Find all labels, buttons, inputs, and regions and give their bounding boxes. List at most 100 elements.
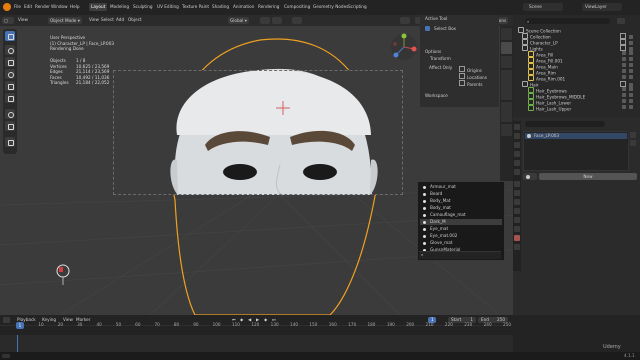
browse-material-button[interactable] xyxy=(523,173,537,180)
tab-shading[interactable]: Shading xyxy=(210,3,231,11)
tab-view[interactable] xyxy=(501,56,512,68)
material-item[interactable]: Beard xyxy=(420,191,502,197)
view-layer-props-icon[interactable] xyxy=(514,151,520,157)
timeline-editor-type-icon[interactable] xyxy=(3,317,10,323)
properties-search-input[interactable] xyxy=(525,121,605,127)
material-search-field[interactable]: ⌕ xyxy=(419,251,501,259)
menu-keying[interactable]: Keying xyxy=(42,317,56,322)
menu-view[interactable]: View xyxy=(63,317,73,322)
output-props-icon[interactable] xyxy=(514,142,520,148)
filter-icon[interactable] xyxy=(617,18,625,24)
menu-select[interactable]: Select xyxy=(101,17,114,22)
options-header[interactable]: Options xyxy=(425,49,441,54)
rotate-tool-icon[interactable] xyxy=(5,69,15,79)
tab-scripting[interactable]: Scripting xyxy=(346,3,369,11)
material-item-selected[interactable]: Dark_M xyxy=(420,219,502,225)
tab-layout[interactable]: Layout xyxy=(89,3,108,11)
physics-props-icon[interactable] xyxy=(514,208,520,214)
material-slot-list[interactable]: Face_LP.003 xyxy=(523,131,629,171)
menu-render[interactable]: Render xyxy=(35,4,50,9)
tab-texture-paint[interactable]: Texture Paint xyxy=(180,3,211,11)
3d-viewport[interactable]: ▢ View Object Mode ▾ View Select Add Obj… xyxy=(0,15,513,315)
tab-re-pose[interactable] xyxy=(501,102,512,122)
tab-item[interactable] xyxy=(501,28,512,40)
workspace-header[interactable]: Workspace xyxy=(425,93,448,98)
material-item[interactable]: Glove_mat xyxy=(420,240,502,246)
mode-selector[interactable]: Object Mode ▾ xyxy=(48,17,82,24)
select-box-tool-icon[interactable] xyxy=(5,31,15,41)
menu-view[interactable]: View xyxy=(89,17,99,22)
outliner-row[interactable]: Hair_Lash_Upper xyxy=(528,105,636,112)
transform-tool-icon[interactable] xyxy=(5,93,15,103)
add-slot-icon[interactable] xyxy=(630,132,636,138)
prev-key-icon[interactable]: ◆ xyxy=(240,317,243,322)
menu-object[interactable]: Object xyxy=(128,17,142,22)
timeline-track-area[interactable] xyxy=(0,335,513,352)
material-slot-row[interactable]: Face_LP.003 xyxy=(525,133,627,139)
tab-tool[interactable] xyxy=(501,42,512,54)
tab-modeling[interactable]: Modeling xyxy=(108,3,131,11)
pivot-icon[interactable] xyxy=(260,17,270,24)
active-tool-header[interactable]: Active Tool xyxy=(425,16,447,21)
data-props-icon[interactable] xyxy=(514,226,520,232)
material-item[interactable]: Armour_mat xyxy=(420,184,502,190)
editor-type-button[interactable]: ▢ xyxy=(2,17,14,24)
zoom-icon[interactable] xyxy=(407,65,415,73)
modifier-props-icon[interactable] xyxy=(514,190,520,196)
tool-props-icon[interactable] xyxy=(514,124,520,130)
material-item[interactable]: Body_Mat xyxy=(420,198,502,204)
outliner-search-input[interactable]: ⌕ xyxy=(525,18,610,24)
menu-window[interactable]: Window xyxy=(51,4,68,9)
material-item[interactable]: Body_mat xyxy=(420,205,502,211)
pan-hand-icon[interactable] xyxy=(407,77,415,85)
tab-compositing[interactable]: Compositing xyxy=(282,3,312,11)
proportional-edit-icon[interactable] xyxy=(292,17,302,24)
next-key-icon[interactable]: ◆ xyxy=(264,317,267,322)
transform-orientation-dropdown[interactable]: Global ▾ xyxy=(228,17,249,24)
perspective-toggle-icon[interactable] xyxy=(407,102,415,110)
scene-props-icon[interactable] xyxy=(514,160,520,166)
texture-props-icon[interactable] xyxy=(514,244,520,250)
add-cube-tool-icon[interactable] xyxy=(5,137,15,147)
affect-parents-checkbox[interactable]: Parents xyxy=(459,80,483,87)
view-layer-selector[interactable]: ViewLayer xyxy=(582,3,622,11)
annotate-tool-icon[interactable] xyxy=(5,109,15,119)
menu-file[interactable]: File xyxy=(14,4,21,9)
new-material-button[interactable]: New xyxy=(539,173,637,180)
render-props-icon[interactable] xyxy=(514,133,520,139)
material-item[interactable]: Camouflage_mat xyxy=(420,212,502,218)
tab-edit[interactable] xyxy=(501,124,512,136)
material-item[interactable]: Eye_mat.002 xyxy=(420,233,502,239)
snap-icon[interactable] xyxy=(272,17,282,24)
constraints-props-icon[interactable] xyxy=(514,217,520,223)
camera-view-icon[interactable] xyxy=(407,90,415,98)
transform-header[interactable]: Transform xyxy=(430,56,451,61)
move-tool-icon[interactable] xyxy=(5,57,15,67)
object-props-icon[interactable] xyxy=(514,181,520,187)
playhead[interactable]: 1 xyxy=(16,322,24,329)
remove-slot-icon[interactable] xyxy=(630,140,636,146)
tab-quad-remesher[interactable] xyxy=(501,70,512,100)
tab-uv-editing[interactable]: UV Editing xyxy=(155,3,181,11)
tab-geometry-nodes[interactable]: Geometry Nodes xyxy=(311,3,350,11)
measure-tool-icon[interactable] xyxy=(5,121,15,131)
cursor-tool-icon[interactable] xyxy=(5,45,15,55)
view-menu-compact[interactable]: View xyxy=(18,17,28,22)
world-props-icon[interactable] xyxy=(514,169,520,175)
tab-sculpting[interactable]: Sculpting xyxy=(131,3,155,11)
navigation-gizmo[interactable] xyxy=(390,33,418,61)
particles-props-icon[interactable] xyxy=(514,199,520,205)
tab-rendering[interactable]: Rendering xyxy=(256,3,281,11)
material-item[interactable]: Eye_mat xyxy=(420,226,502,232)
tab-animation[interactable]: Animation xyxy=(231,3,256,11)
material-props-icon[interactable] xyxy=(514,235,520,241)
menu-edit[interactable]: Edit xyxy=(24,4,32,9)
scene-selector[interactable]: Scene xyxy=(523,3,563,11)
timeline-ruler[interactable]: 0102030405060708090100110120130140150160… xyxy=(11,322,511,329)
menu-help[interactable]: Help xyxy=(70,4,80,9)
select-box-icon[interactable] xyxy=(425,26,430,31)
scale-tool-icon[interactable] xyxy=(5,81,15,91)
blender-logo-icon[interactable] xyxy=(3,3,11,11)
visibility-icon[interactable] xyxy=(400,17,410,24)
menu-add[interactable]: Add xyxy=(116,17,124,22)
